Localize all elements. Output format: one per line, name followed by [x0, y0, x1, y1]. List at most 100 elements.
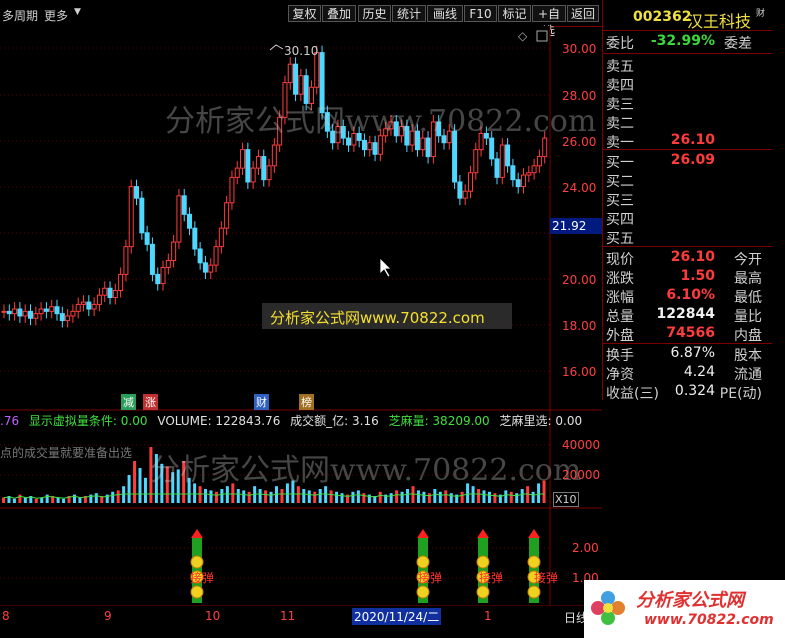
- quote-row: 涨跌 1.50 最高: [606, 268, 770, 287]
- toolbar-button-5[interactable]: F10: [464, 5, 497, 22]
- candle: [531, 165, 537, 174]
- toolbar-button-4[interactable]: 画线: [427, 5, 463, 22]
- candle: [234, 167, 240, 178]
- candle: [91, 303, 97, 310]
- volume-bar: [264, 490, 268, 503]
- watermark-mid: 分析家公式网www.70822.com: [270, 309, 485, 327]
- candle: [192, 227, 198, 250]
- quote-value: 26.10: [670, 249, 715, 265]
- candle: [187, 213, 193, 229]
- sub-tick-1: 2.00: [572, 541, 599, 555]
- candle: [49, 306, 55, 312]
- signal-arrow-icon: [477, 529, 489, 538]
- quote-label: 现价: [606, 252, 634, 268]
- indicator-zhima: 芝麻量: 38209.00: [388, 414, 490, 428]
- volume-bar: [138, 468, 142, 503]
- x10-button[interactable]: X10: [553, 492, 579, 507]
- candle: [6, 310, 12, 315]
- toolbar-button-6[interactable]: 标记: [498, 5, 531, 22]
- toolbar-button-0[interactable]: 复权: [288, 5, 321, 22]
- quote-value: 6.10%: [666, 287, 715, 303]
- volume-bar: [362, 493, 366, 503]
- volume-bar: [209, 490, 213, 503]
- diamond-icon[interactable]: ◇: [518, 29, 528, 43]
- finance-value: 0.324: [674, 383, 715, 399]
- candle: [59, 313, 65, 322]
- weibi-row: 委比 -32.99% 委差: [606, 33, 770, 52]
- indicator-left: .76: [0, 414, 20, 428]
- quote-row: 外盘 74566 内盘: [606, 325, 770, 344]
- candle: [54, 306, 60, 315]
- volume-bar: [520, 489, 524, 503]
- volume-bar: [111, 491, 115, 503]
- finance-value: 4.24: [683, 364, 715, 380]
- period-menu[interactable]: 多周期: [2, 7, 38, 24]
- candle: [155, 273, 161, 285]
- candle: [462, 190, 468, 199]
- event-marker[interactable]: 减: [121, 394, 136, 410]
- candle: [202, 262, 208, 273]
- candle: [38, 308, 44, 315]
- chevron-down-icon[interactable]: ▼: [74, 7, 81, 17]
- finance-badge[interactable]: 财: [756, 6, 765, 19]
- quote-label-right: 最低: [734, 290, 762, 306]
- quote-row: 现价 26.10 今开: [606, 249, 770, 268]
- chart-toolbar: 多周期 更多 ▼ 复权叠加历史统计画线F10标记+自选返回: [0, 0, 602, 38]
- quote-label-right: 今开: [734, 252, 762, 268]
- quote-label-right: 最高: [734, 271, 762, 287]
- volume-bar: [302, 489, 306, 503]
- event-marker[interactable]: 涨: [143, 394, 158, 410]
- quote-label: 涨跌: [606, 271, 634, 287]
- volume-bar: [78, 497, 82, 503]
- toolbar-button-2[interactable]: 历史: [358, 5, 391, 22]
- volume-bar: [143, 477, 147, 503]
- candle: [367, 142, 373, 151]
- volume-bar: [23, 497, 27, 503]
- logo-text: 分析家公式网: [636, 590, 744, 611]
- weibi-label: 委比: [606, 36, 634, 52]
- quote-row: 涨幅 6.10% 最低: [606, 287, 770, 306]
- signal-coin-icon: [190, 555, 204, 569]
- candle: [271, 144, 277, 167]
- candle: [144, 232, 150, 245]
- candle: [160, 266, 166, 285]
- volume-bar: [427, 493, 431, 503]
- volume-bar: [34, 498, 38, 503]
- volume-bar: [236, 489, 240, 503]
- candle: [75, 303, 81, 312]
- candle: [536, 156, 542, 167]
- candle: [510, 165, 516, 181]
- event-marker[interactable]: 财: [254, 394, 269, 410]
- buy-label: 买五: [606, 231, 634, 247]
- event-marker[interactable]: 榜: [299, 394, 314, 410]
- candle: [22, 310, 28, 317]
- toolbar-button-1[interactable]: 叠加: [322, 5, 356, 22]
- signal-coin-icon: [190, 585, 204, 599]
- finance-value: 6.87%: [670, 345, 715, 361]
- candle: [250, 167, 256, 183]
- volume-bar: [438, 491, 442, 503]
- candle: [65, 315, 71, 322]
- volume-note: 点的成交量就要准备出选: [0, 446, 133, 460]
- toolbar-button-8[interactable]: 返回: [567, 5, 599, 22]
- candle: [255, 156, 261, 169]
- buy-label: 买二: [606, 174, 634, 190]
- volume-bar: [378, 491, 382, 503]
- volume-bar: [329, 490, 333, 503]
- volume-bar: [416, 490, 420, 503]
- candle: [266, 165, 272, 181]
- quote-label-right: 内盘: [734, 328, 762, 344]
- sell-label: 卖五: [606, 59, 634, 75]
- candle: [1, 310, 7, 313]
- candle: [261, 156, 267, 181]
- candle: [43, 308, 49, 312]
- quote-label: 涨幅: [606, 290, 634, 306]
- quote-label-right: 量比: [734, 309, 762, 325]
- volume-bar: [214, 491, 218, 503]
- candle: [17, 308, 23, 317]
- toolbar-button-7[interactable]: +自选: [532, 5, 566, 38]
- more-menu[interactable]: 更多: [44, 7, 68, 24]
- volume-bar: [487, 491, 491, 503]
- toolbar-button-3[interactable]: 统计: [392, 5, 426, 22]
- vol-tick-1: 40000: [562, 438, 601, 452]
